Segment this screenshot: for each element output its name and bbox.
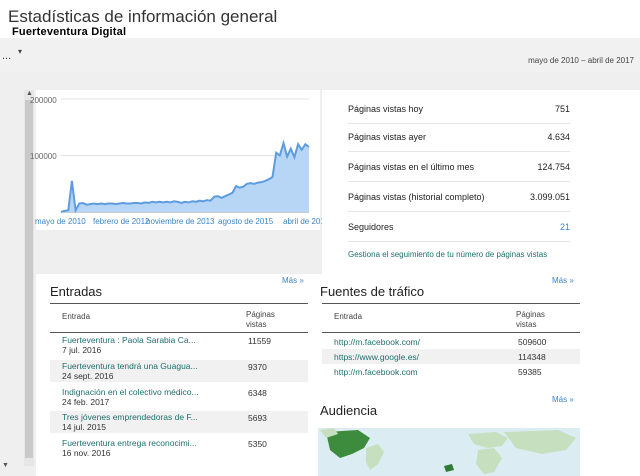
traffic-row: http://m.facebook.com 59385 [322, 364, 580, 379]
post-title-link[interactable]: Fuerteventura tendrá una Guagua... [62, 361, 242, 371]
x-tick-label: noviembre de 2013 [146, 217, 215, 226]
post-date: 7 jul. 2016 [62, 345, 102, 355]
traffic-source-link[interactable]: https://www.google.es/ [334, 352, 419, 362]
audience-more-link[interactable]: Más » [552, 395, 574, 404]
divider [322, 303, 580, 304]
manage-tracking-link[interactable]: Gestiona el seguimiento de tu número de … [348, 250, 547, 259]
divider [322, 332, 580, 333]
followers-link[interactable]: 21 [560, 222, 570, 232]
stat-value: 751 [554, 104, 570, 114]
traffic-col-views: vistas [516, 320, 537, 329]
traffic-views: 509600 [518, 337, 547, 347]
x-tick-label: febrero de 2012 [93, 217, 150, 226]
traffic-title: Fuentes de tráfico [320, 284, 425, 299]
post-views: 5350 [248, 439, 267, 449]
stat-label: Páginas vistas en el último mes [348, 162, 475, 172]
traffic-more-link[interactable]: Más » [552, 276, 574, 285]
post-date: 24 sept. 2016 [62, 371, 114, 381]
traffic-views: 59385 [518, 367, 542, 377]
post-views: 9370 [248, 362, 267, 372]
divider [50, 303, 308, 304]
post-views: 11559 [248, 336, 272, 346]
stat-row-yesterday: Páginas vistas ayer 4.634 [348, 124, 570, 152]
stat-row-all-time: Páginas vistas (historial completo) 3.09… [348, 184, 570, 212]
stat-value: 124.754 [537, 162, 570, 172]
posts-col-entry: Entrada [62, 312, 91, 321]
post-row: Tres jóvenes emprendedoras de F... 14 ju… [50, 411, 308, 433]
post-title-link[interactable]: Fuerteventura entrega reconocimi... [62, 438, 242, 448]
post-date: 14 jul. 2015 [62, 422, 106, 432]
stat-row-followers: Seguidores 21 [348, 214, 570, 242]
post-title-link[interactable]: Indignación en el colectivo médico... [62, 387, 242, 397]
x-tick-label: agosto de 2015 [218, 217, 274, 226]
post-title-link[interactable]: Tres jóvenes emprendedoras de F... [62, 412, 242, 422]
posts-col-views: Páginas [246, 310, 275, 319]
scroll-down-icon[interactable]: ▼ [2, 462, 9, 469]
posts-more-link[interactable]: Más » [282, 276, 304, 285]
post-title-link[interactable]: Fuerteventura : Paola Sarabia Ca... [62, 335, 242, 345]
post-date: 16 nov. 2016 [62, 448, 111, 458]
traffic-col-entry: Entrada [334, 312, 363, 321]
post-views: 5693 [248, 413, 267, 423]
traffic-views: 114348 [518, 352, 546, 362]
posts-title: Entradas [50, 284, 103, 299]
stat-label: Páginas vistas ayer [348, 132, 427, 142]
traffic-source-link[interactable]: http://m.facebook.com [334, 367, 418, 377]
audience-map[interactable] [318, 428, 580, 476]
stat-row-last-month: Páginas vistas en el último mes 124.754 [348, 154, 570, 182]
world-map-icon [320, 428, 576, 474]
stat-row-today: Páginas vistas hoy 751 [348, 96, 570, 124]
traffic-col-views: Páginas [516, 310, 545, 319]
divider [50, 332, 308, 333]
stat-label: Páginas vistas hoy [348, 104, 424, 114]
audience-title: Audiencia [320, 403, 378, 418]
traffic-row: https://www.google.es/ 114348 [322, 349, 580, 364]
post-date: 24 feb. 2017 [62, 397, 110, 407]
post-row: Fuerteventura entrega reconocimi... 16 n… [50, 437, 308, 459]
post-views: 6348 [248, 388, 267, 398]
traffic-source-link[interactable]: http://m.facebook.com/ [334, 337, 420, 347]
post-row: Fuerteventura : Paola Sarabia Ca... 7 ju… [50, 334, 308, 356]
x-tick-label: mayo de 2010 [35, 217, 86, 226]
traffic-row: http://m.facebook.com/ 509600 [322, 334, 580, 349]
stat-label: Páginas vistas (historial completo) [348, 192, 485, 202]
stat-value: 3.099.051 [529, 192, 570, 202]
post-row: Fuerteventura tendrá una Guagua... 24 se… [50, 360, 308, 382]
posts-col-views: vistas [246, 320, 267, 329]
post-row: Indignación en el colectivo médico... 24… [50, 386, 308, 408]
stat-label: Seguidores [348, 222, 394, 232]
stat-value: 4.634 [547, 132, 570, 142]
